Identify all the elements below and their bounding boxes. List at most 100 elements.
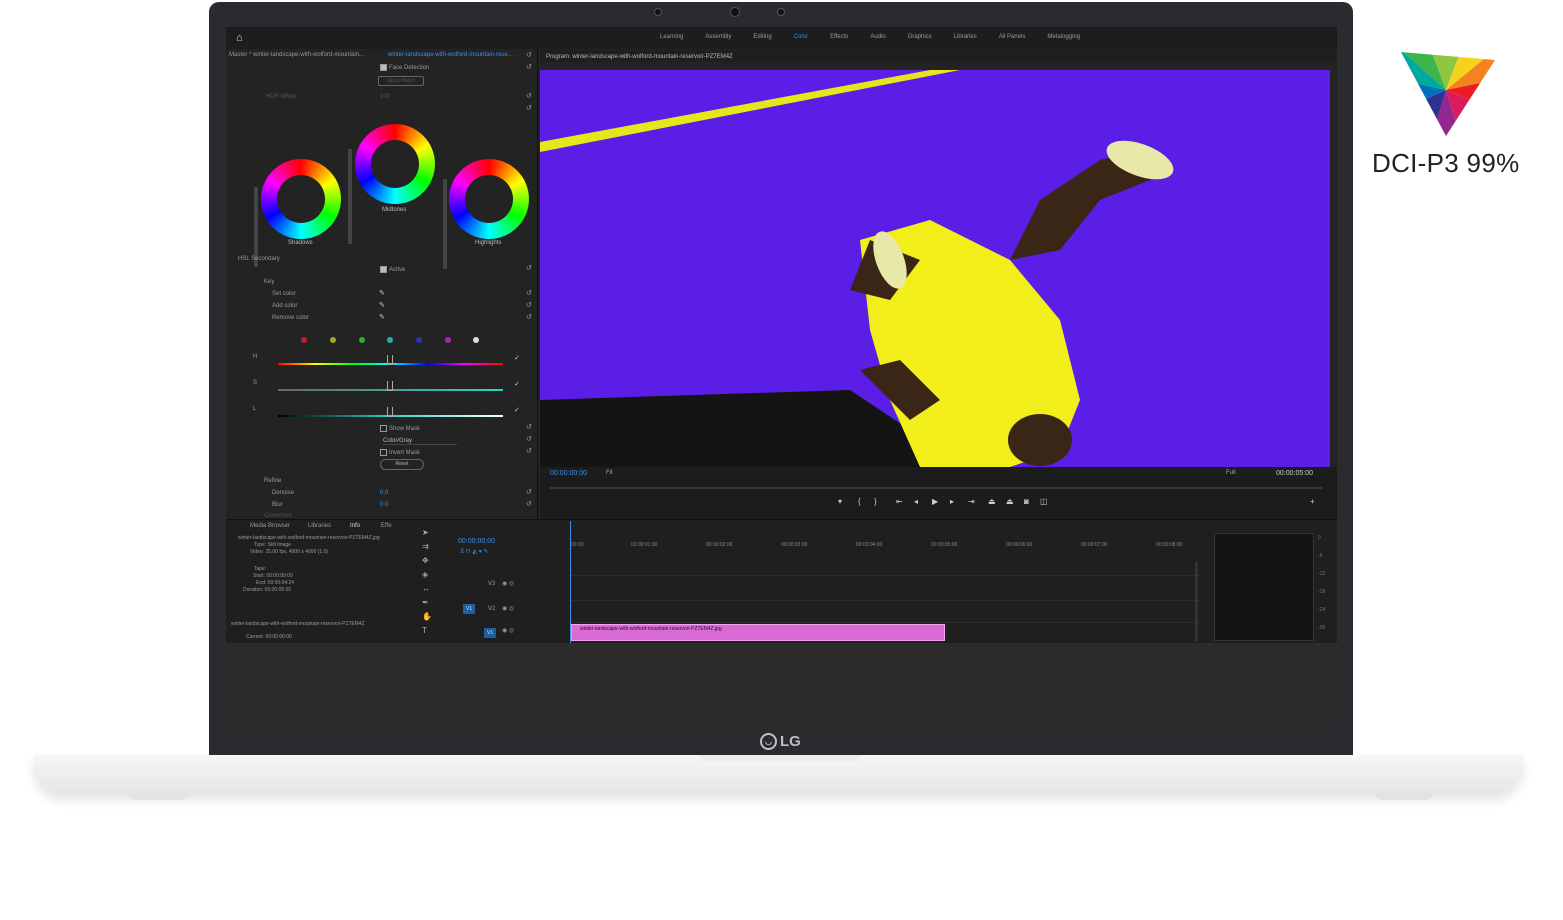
home-icon[interactable]: ⌂ [236, 32, 243, 44]
tab-assembly[interactable]: Assembly [705, 34, 731, 40]
preset-magenta[interactable] [445, 337, 451, 343]
reset-icon[interactable]: ↺ [526, 63, 532, 71]
tab-metalogging[interactable]: Metalogging [1047, 34, 1080, 40]
preset-yellow[interactable] [330, 337, 336, 343]
step-forward-icon[interactable]: ▸ [950, 497, 954, 506]
clip-selector[interactable]: winter-landscape-with-wolford-mountain-r… [388, 52, 513, 58]
preset-red[interactable] [301, 337, 307, 343]
midtones-wheel[interactable] [355, 124, 435, 204]
go-to-in-icon[interactable]: ⇤ [896, 497, 903, 506]
selection-tool-icon[interactable]: ➤ [422, 528, 429, 537]
apply-match-button[interactable]: Apply Match [378, 76, 424, 86]
track-select-icon[interactable]: ⇉ [422, 542, 429, 551]
hdr-white-value[interactable]: 100 [380, 94, 390, 100]
eye-icon[interactable]: ◉ ◎ [502, 605, 514, 612]
ripple-edit-icon[interactable]: ✥ [422, 556, 429, 565]
program-timecode[interactable]: 00:00:00:00 [550, 470, 587, 477]
reset-icon[interactable]: ↺ [526, 92, 532, 100]
reset-icon[interactable]: ↺ [526, 488, 532, 496]
eyedropper-plus-icon[interactable]: ✎ [379, 301, 385, 309]
export-frame-icon[interactable]: ◙ [1024, 497, 1029, 506]
midtones-slider[interactable] [348, 149, 352, 244]
hand-tool-icon[interactable]: ✋ [422, 612, 432, 621]
marker-icon[interactable]: ▾ [838, 497, 842, 506]
hsl-secondary-section[interactable]: HSL Secondary [238, 256, 280, 262]
tab-libraries[interactable]: Libraries [954, 34, 977, 40]
type-tool-icon[interactable]: T [422, 626, 427, 635]
step-back-icon[interactable]: ◂ [914, 497, 918, 506]
preset-blue[interactable] [416, 337, 422, 343]
playhead-scrubber[interactable] [550, 487, 1322, 489]
tab-editing[interactable]: Editing [753, 34, 771, 40]
checkmark-icon[interactable]: ✓ [514, 380, 520, 388]
tab-learning[interactable]: Learning [660, 34, 683, 40]
preset-white[interactable] [473, 337, 479, 343]
extract-icon[interactable]: ⏏ [1006, 497, 1014, 506]
timeline-clip[interactable]: winter-landscape-with-wolford-mountain-r… [571, 624, 945, 641]
reset-icon[interactable]: ↺ [526, 313, 532, 321]
preset-cyan[interactable] [387, 337, 393, 343]
reset-icon[interactable]: ↺ [526, 500, 532, 508]
highlights-slider[interactable] [443, 179, 447, 269]
saturation-thumb[interactable] [387, 381, 393, 391]
slip-tool-icon[interactable]: ↔ [422, 584, 430, 593]
resolution-dropdown[interactable]: Full [1226, 470, 1236, 476]
shadows-wheel[interactable] [261, 159, 341, 239]
mask-mode-dropdown[interactable]: Color/Gray [383, 438, 457, 445]
tab-effects[interactable]: Effects [830, 34, 848, 40]
mark-in-icon[interactable]: { [858, 497, 861, 506]
track-v1-source[interactable]: V1 [463, 604, 476, 614]
reset-icon[interactable]: ↺ [526, 423, 532, 431]
tab-audio[interactable]: Audio [870, 34, 885, 40]
blur-value[interactable]: 0.0 [380, 502, 388, 508]
preset-green[interactable] [359, 337, 365, 343]
reset-icon[interactable]: ↺ [526, 435, 532, 443]
checkmark-icon[interactable]: ✓ [514, 406, 520, 414]
snap-icon[interactable]: ⊻ ⊓ ◭ ▾ ✎ [460, 548, 488, 555]
reset-icon[interactable]: ↺ [526, 289, 532, 297]
reset-icon[interactable]: ↺ [526, 51, 532, 59]
refine-section[interactable]: Refine [264, 478, 281, 484]
timeline-scrollbar[interactable] [1195, 562, 1198, 642]
key-section[interactable]: Key [264, 279, 274, 285]
pen-tool-icon[interactable]: ✒ [422, 598, 429, 607]
reset-icon[interactable]: ↺ [526, 301, 532, 309]
tab-info[interactable]: Info [350, 523, 360, 529]
add-button-icon[interactable]: + [1310, 497, 1315, 506]
eyedropper-icon[interactable]: ✎ [379, 289, 385, 297]
lift-icon[interactable]: ⏏ [988, 497, 996, 506]
face-detection-checkbox[interactable] [380, 64, 387, 71]
hue-thumb[interactable] [387, 355, 393, 365]
eyedropper-minus-icon[interactable]: ✎ [379, 313, 385, 321]
master-clip-label[interactable]: Master * winter-landscape-with-wolford-m… [229, 52, 364, 58]
active-checkbox[interactable] [380, 266, 387, 273]
reset-icon[interactable]: ↺ [526, 264, 532, 272]
luminance-thumb[interactable] [387, 407, 393, 417]
eye-icon[interactable]: ◉ ◎ [502, 580, 514, 587]
go-to-out-icon[interactable]: ⇥ [968, 497, 975, 506]
timeline-timecode[interactable]: 00:00:00:00 [458, 538, 495, 545]
track-v1-label[interactable]: V1 [484, 628, 497, 638]
reset-button[interactable]: Reset [380, 459, 424, 470]
highlights-wheel[interactable] [449, 159, 529, 239]
fit-dropdown[interactable]: Fit [606, 470, 613, 476]
tab-effects-panel[interactable]: Effe [381, 523, 392, 529]
eye-icon[interactable]: ◉ ◎ [502, 627, 514, 634]
mark-out-icon[interactable]: } [874, 497, 877, 506]
tab-color[interactable]: Color [794, 34, 808, 40]
checkmark-icon[interactable]: ✓ [514, 354, 520, 362]
razor-tool-icon[interactable]: ◈ [422, 570, 428, 579]
tab-media-browser[interactable]: Media Browser [250, 523, 290, 529]
tab-all-panels[interactable]: All Panels [999, 34, 1026, 40]
play-icon[interactable]: ▶ [932, 497, 938, 506]
program-monitor-title[interactable]: Program: winter-landscape-with-wolford-m… [546, 54, 733, 60]
show-mask-checkbox[interactable] [380, 425, 387, 432]
tab-graphics[interactable]: Graphics [908, 34, 932, 40]
reset-icon[interactable]: ↺ [526, 447, 532, 455]
reset-icon[interactable]: ↺ [526, 104, 532, 112]
comparison-view-icon[interactable]: ◫ [1040, 497, 1048, 506]
shadows-slider[interactable] [254, 187, 258, 267]
denoise-value[interactable]: 0.0 [380, 490, 388, 496]
invert-mask-checkbox[interactable] [380, 449, 387, 456]
tab-libraries-panel[interactable]: Libraries [308, 523, 331, 529]
